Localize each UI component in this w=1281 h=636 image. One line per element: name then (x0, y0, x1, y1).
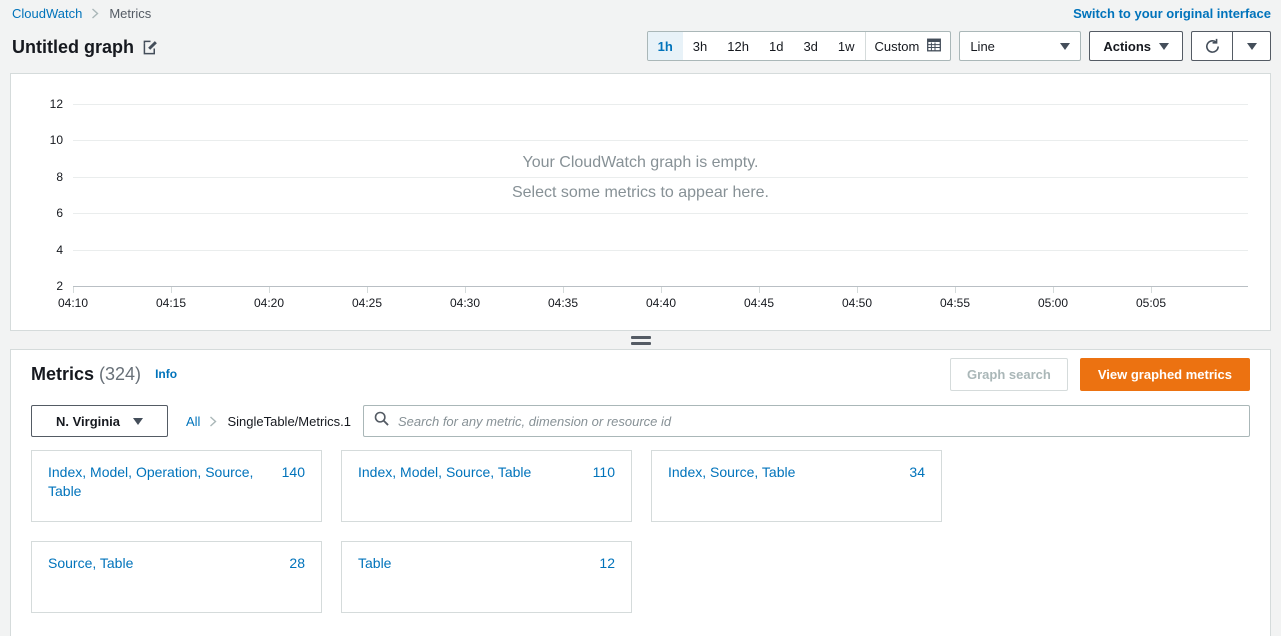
metric-cards-grid: Index, Model, Operation, Source, Table 1… (11, 444, 1270, 613)
search-icon (374, 411, 389, 431)
chart-empty-line-2: Select some metrics to appear here. (511, 184, 769, 201)
time-range-12h[interactable]: 12h (717, 32, 759, 60)
metrics-breadcrumb-current: SingleTable/Metrics.1 (227, 413, 352, 429)
metrics-breadcrumb: All SingleTable/Metrics.1 (186, 414, 351, 429)
time-range-3d[interactable]: 3d (793, 32, 827, 60)
metrics-filter-row: N. Virginia All SingleTable/Metrics.1 (11, 398, 1270, 444)
metric-card-label: Index, Source, Table (668, 464, 796, 480)
metric-card-label: Index, Model, Operation, Source, Table (48, 464, 254, 499)
metric-card-count: 12 (599, 555, 615, 571)
y-axis-tick: 2 (56, 279, 63, 293)
custom-label: Custom (874, 38, 920, 54)
metric-card[interactable]: Source, Table 28 (31, 541, 322, 613)
chart-empty-line-1: Your CloudWatch graph is empty. (522, 154, 759, 171)
x-axis-tick: 04:30 (449, 296, 481, 310)
x-axis-tick: 04:40 (645, 296, 677, 310)
x-axis-tick: 04:35 (547, 296, 579, 310)
page-title: Untitled graph (12, 37, 134, 57)
metric-card-label: Index, Model, Source, Table (358, 464, 532, 480)
metric-card-count: 28 (289, 555, 305, 571)
refresh-icon[interactable] (1192, 32, 1232, 60)
time-range-1w[interactable]: 1w (828, 32, 865, 60)
chevron-right-icon (91, 8, 100, 19)
metric-card-count: 110 (592, 464, 615, 480)
graph-toolbar: 1h 3h 12h 1d 3d 1w Custom Line Actions (646, 31, 1271, 61)
graph-panel: 12 10 8 6 4 2 04:10 04:15 04:20 04:25 04… (10, 73, 1271, 331)
time-range-1d[interactable]: 1d (759, 32, 793, 60)
x-axis-tick: 04:45 (743, 296, 775, 310)
chevron-down-icon (1060, 42, 1071, 50)
metrics-breadcrumb-all[interactable]: All (186, 414, 200, 429)
chevron-down-icon (133, 417, 144, 425)
time-range-selector: 1h 3h 12h 1d 3d 1w Custom (646, 31, 952, 61)
x-axis-tick: 05:05 (1135, 296, 1167, 310)
metric-card[interactable]: Index, Model, Source, Table 110 (341, 450, 632, 522)
region-label: N. Virginia (55, 413, 121, 429)
refresh-options-button[interactable] (1232, 32, 1270, 60)
metrics-search-box[interactable] (363, 405, 1250, 437)
time-range-3h[interactable]: 3h (683, 32, 717, 60)
x-axis-tick: 04:50 (841, 296, 873, 310)
refresh-group (1191, 31, 1271, 61)
drag-handle-icon (630, 335, 651, 345)
chevron-down-icon (1159, 42, 1169, 50)
switch-interface-link[interactable]: Switch to your original interface (1073, 6, 1271, 21)
edit-pencil-icon[interactable] (143, 40, 158, 55)
metrics-header: Metrics (324) Info Graph search View gra… (11, 350, 1270, 398)
y-axis-tick: 6 (56, 206, 63, 220)
metrics-count: (324) (99, 363, 142, 384)
view-graphed-metrics-button[interactable]: View graphed metrics (1079, 357, 1250, 391)
chart-empty-state: Your CloudWatch graph is empty. Select s… (11, 148, 1270, 208)
x-axis-tick: 04:10 (57, 296, 89, 310)
time-range-custom[interactable]: Custom (864, 32, 951, 60)
actions-label: Actions (1103, 38, 1151, 54)
metrics-panel: Metrics (324) Info Graph search View gra… (10, 349, 1271, 636)
top-bar: CloudWatch Metrics Switch to your origin… (0, 0, 1281, 27)
y-axis-tick: 4 (56, 243, 63, 257)
metric-card-count: 34 (909, 464, 925, 480)
graph-search-button[interactable]: Graph search (950, 357, 1068, 391)
x-axis-tick: 05:00 (1037, 296, 1069, 310)
metric-card[interactable]: Index, Source, Table 34 (651, 450, 942, 522)
metric-card-label: Table (358, 555, 392, 571)
x-axis-tick: 04:25 (351, 296, 383, 310)
time-range-1h[interactable]: 1h (647, 32, 683, 60)
y-axis-tick: 12 (49, 97, 63, 111)
x-axis-tick: 04:55 (939, 296, 971, 310)
region-selector[interactable]: N. Virginia (31, 405, 168, 437)
chevron-right-icon (209, 415, 218, 427)
search-input[interactable] (398, 413, 1239, 429)
metrics-title: Metrics (31, 363, 95, 384)
metric-card-label: Source, Table (48, 555, 134, 571)
chart-type-value: Line (970, 38, 995, 54)
metric-card[interactable]: Index, Model, Operation, Source, Table 1… (31, 450, 322, 522)
metric-card-count: 140 (281, 464, 305, 480)
x-axis-tick: 04:15 (155, 296, 187, 310)
chart-type-select[interactable]: Line (959, 31, 1082, 61)
chart-plot-area: 12 10 8 6 4 2 04:10 04:15 04:20 04:25 04… (11, 74, 1270, 330)
calendar-icon (927, 38, 942, 55)
breadcrumb-link-cloudwatch[interactable]: CloudWatch (12, 6, 82, 21)
panel-resize-handle[interactable] (10, 331, 1271, 349)
breadcrumb: CloudWatch Metrics (12, 6, 151, 21)
metric-card[interactable]: Table 12 (341, 541, 632, 613)
title-row: Untitled graph 1h 3h 12h 1d 3d 1w Custom (0, 27, 1281, 68)
info-link[interactable]: Info (155, 367, 177, 381)
chevron-down-icon (1246, 42, 1257, 50)
metrics-header-actions: Graph search View graphed metrics (950, 357, 1250, 391)
x-axis-tick: 04:20 (253, 296, 285, 310)
actions-button[interactable]: Actions (1089, 31, 1183, 61)
y-axis-tick: 10 (49, 133, 63, 147)
breadcrumb-current-metrics: Metrics (109, 6, 152, 21)
